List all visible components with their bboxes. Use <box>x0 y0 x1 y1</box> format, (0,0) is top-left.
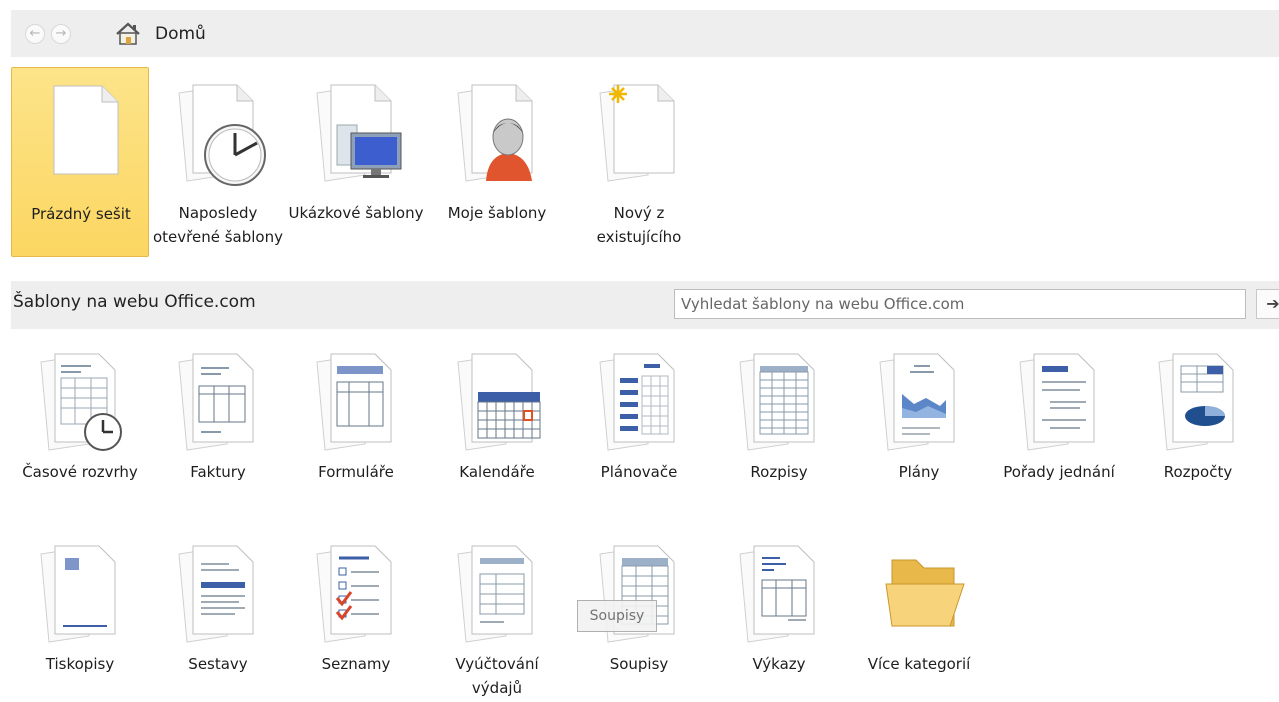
tile-label: Časové rozvrhy <box>22 463 138 481</box>
forward-button[interactable]: → <box>51 24 71 44</box>
tile-label: Naposledy otevřené šablony <box>153 204 283 246</box>
folder-icon <box>885 559 965 627</box>
tile-label: Rozpisy <box>750 463 808 481</box>
my-templates-icon <box>457 84 533 182</box>
tooltip: Soupisy <box>577 600 657 632</box>
tile-label: Kalendáře <box>459 463 535 481</box>
tile-label: Vyúčtování výdajů <box>455 655 539 697</box>
plans-icon <box>879 353 955 451</box>
navigation-bar: ← → Domů <box>11 10 1279 57</box>
statements-icon <box>739 545 815 643</box>
my-templates-tile[interactable]: Moje šablony <box>428 67 566 272</box>
budgets-icon <box>1158 353 1234 451</box>
new-from-existing-icon <box>599 84 675 182</box>
tile-label: Formuláře <box>318 463 394 481</box>
tile-label: Tiskopisy <box>45 655 115 673</box>
timesheets-icon <box>40 353 122 451</box>
tile-label: Moje šablony <box>447 204 547 222</box>
category-plans[interactable]: Plány <box>850 336 988 516</box>
tile-label: Nový z existujícího <box>596 204 682 246</box>
tile-label: Pořady jednání <box>1003 463 1115 481</box>
category-calendars[interactable]: Kalendáře <box>428 336 566 516</box>
tile-label: Ukázkové šablony <box>288 204 424 222</box>
category-schedules[interactable]: Rozpisy <box>710 336 848 516</box>
expense-reports-icon <box>457 545 533 643</box>
invoices-icon <box>178 353 254 451</box>
recent-templates-icon <box>178 84 266 186</box>
office-templates-bar: Šablony na webu Office.com ➔ <box>11 281 1279 329</box>
tile-label: Rozpočty <box>1163 463 1233 481</box>
tile-label: Faktury <box>190 463 246 481</box>
forms-icon <box>316 353 392 451</box>
blank-workbook-icon <box>53 85 119 175</box>
recent-templates-tile[interactable]: Naposledy otevřené šablony <box>149 67 287 272</box>
planners-icon <box>599 353 675 451</box>
category-planners[interactable]: Plánovače <box>570 336 708 516</box>
category-forms[interactable]: Formuláře <box>287 336 425 516</box>
tile-label: Výkazy <box>752 655 806 673</box>
category-lists[interactable]: Seznamy <box>287 528 425 698</box>
search-go-button[interactable]: ➔ <box>1256 289 1279 319</box>
sample-templates-tile[interactable]: Ukázkové šablony <box>287 67 425 272</box>
category-printed-forms[interactable]: Tiskopisy <box>11 528 149 698</box>
reports-icon <box>178 545 254 643</box>
back-button[interactable]: ← <box>25 24 45 44</box>
tile-label: Více kategorií <box>867 655 971 673</box>
tile-label: Seznamy <box>321 655 391 673</box>
tile-label: Sestavy <box>188 655 248 673</box>
sample-templates-icon <box>316 84 402 182</box>
tile-label: Soupisy <box>609 655 669 673</box>
category-budgets[interactable]: Rozpočty <box>1129 336 1267 516</box>
agendas-icon <box>1019 353 1095 451</box>
calendars-icon <box>457 353 541 451</box>
category-agendas[interactable]: Pořady jednání <box>990 336 1128 516</box>
category-reports[interactable]: Sestavy <box>149 528 287 698</box>
blank-workbook-tile[interactable]: Prázdný sešit <box>11 67 149 257</box>
tile-label: Prázdný sešit <box>31 205 131 223</box>
category-invoices[interactable]: Faktury <box>149 336 287 516</box>
category-timesheets[interactable]: Časové rozvrhy <box>11 336 149 516</box>
schedules-icon <box>739 353 815 451</box>
category-statements[interactable]: Výkazy <box>710 528 848 698</box>
category-more[interactable]: Více kategorií <box>850 528 988 698</box>
lists-icon <box>316 545 392 643</box>
tile-label: Plány <box>898 463 940 481</box>
printed-forms-icon <box>40 545 116 643</box>
home-icon[interactable] <box>115 22 141 46</box>
breadcrumb: Domů <box>155 24 206 44</box>
category-expense-reports[interactable]: Vyúčtování výdajů <box>428 528 566 698</box>
section-title: Šablony na webu Office.com <box>13 292 256 312</box>
template-search-input[interactable] <box>674 289 1246 319</box>
tile-label: Plánovače <box>600 463 678 481</box>
new-from-existing-tile[interactable]: Nový z existujícího <box>570 67 708 272</box>
